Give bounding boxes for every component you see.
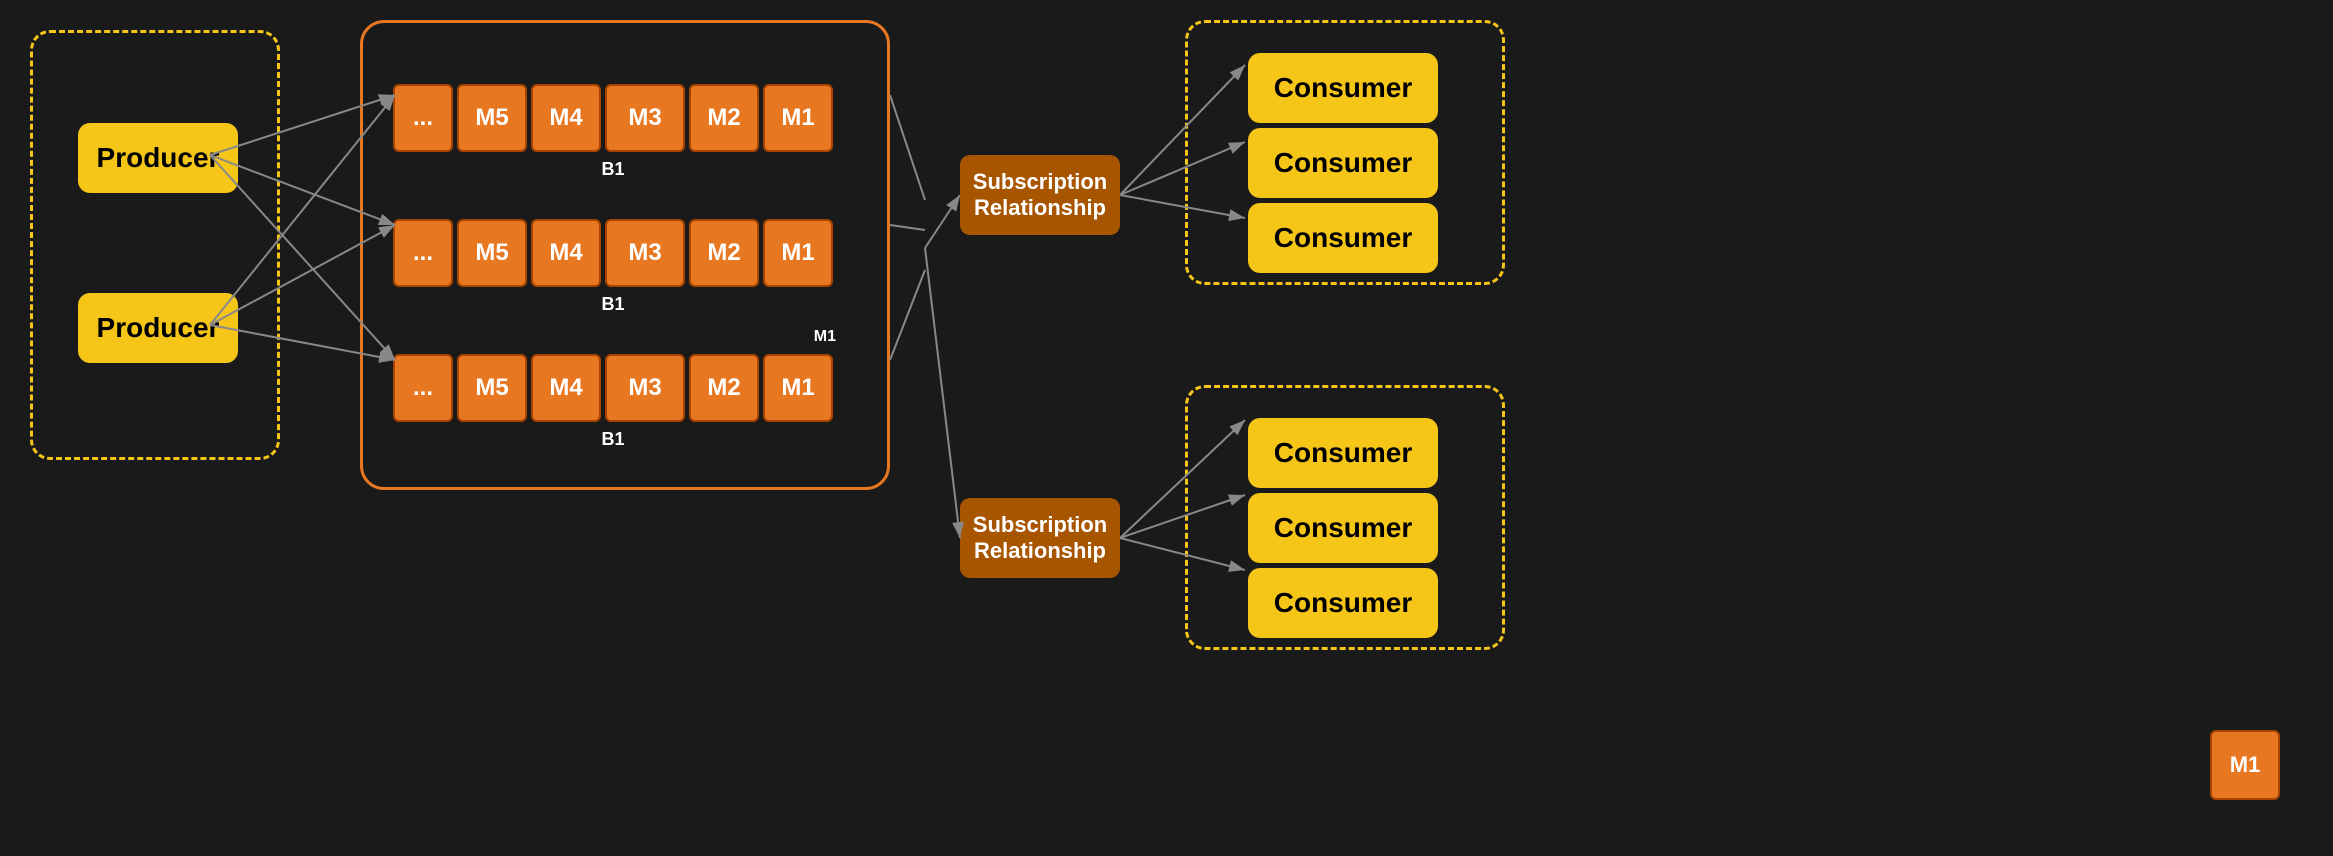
cell-dots-1: ... [393,84,453,152]
cell-m5-1: M5 [457,84,527,152]
queue-row-3: ... M5 M4 M3 M2 M1 M1 B1 [393,348,833,428]
cell-m1-1: M1 [763,84,833,152]
consumer-label-1-2: Consumer [1274,147,1412,179]
consumer-group-2: Consumer Consumer Consumer [1185,385,1505,650]
queue-row-1: ... M5 M4 M3 M2 M1 B1 [393,78,833,158]
consumer-label-2-2: Consumer [1274,512,1412,544]
cell-m3-1: M3 [605,84,685,152]
sub-rel-label-2: SubscriptionRelationship [973,512,1107,564]
consumer-label-1-3: Consumer [1274,222,1412,254]
producer-container: Producer Producer [30,30,280,460]
producer-label-1: Producer [97,142,220,174]
cell-m2-3: M2 [689,354,759,422]
cell-m3-3: M3 [605,354,685,422]
consumer-label-2-3: Consumer [1274,587,1412,619]
subscription-rel-2: SubscriptionRelationship [960,498,1120,578]
cell-m1-2: M1 [763,219,833,287]
legend-m1-label: M1 [2230,752,2261,778]
queue-label-3: B1 [601,429,624,450]
cell-m4-2: M4 [531,219,601,287]
cell-m5-3: M5 [457,354,527,422]
consumer-box-1-1: Consumer [1248,53,1438,123]
consumer-label-2-1: Consumer [1274,437,1412,469]
topic-container: ... M5 M4 M3 M2 M1 B1 ... M5 M4 M3 M2 M1… [360,20,890,490]
cell-m3-2: M3 [605,219,685,287]
cell-m2-1: M2 [689,84,759,152]
cell-m4-3: M4 [531,354,601,422]
producer-box-1: Producer [78,123,238,193]
cell-m4-1: M4 [531,84,601,152]
arrows-overlay [0,0,2333,856]
consumer-box-2-1: Consumer [1248,418,1438,488]
subscription-rel-1: SubscriptionRelationship [960,155,1120,235]
consumer-box-2-3: Consumer [1248,568,1438,638]
cell-m5-2: M5 [457,219,527,287]
queue-label-1: B1 [601,159,624,180]
producer-box-2: Producer [78,293,238,363]
cell-m1-3: M1 M1 [763,354,833,422]
queue-label-2: B1 [601,294,624,315]
sub-rel-label-1: SubscriptionRelationship [973,169,1107,221]
consumer-box-1-3: Consumer [1248,203,1438,273]
consumer-box-2-2: Consumer [1248,493,1438,563]
cell-m2-2: M2 [689,219,759,287]
queue-row-2: ... M5 M4 M3 M2 M1 B1 [393,213,833,293]
consumer-label-1-1: Consumer [1274,72,1412,104]
consumer-box-1-2: Consumer [1248,128,1438,198]
cell-dots-2: ... [393,219,453,287]
cell-dots-3: ... [393,354,453,422]
producer-label-2: Producer [97,312,220,344]
consumer-group-1: Consumer Consumer Consumer [1185,20,1505,285]
legend-m1-box: M1 [2210,730,2280,800]
